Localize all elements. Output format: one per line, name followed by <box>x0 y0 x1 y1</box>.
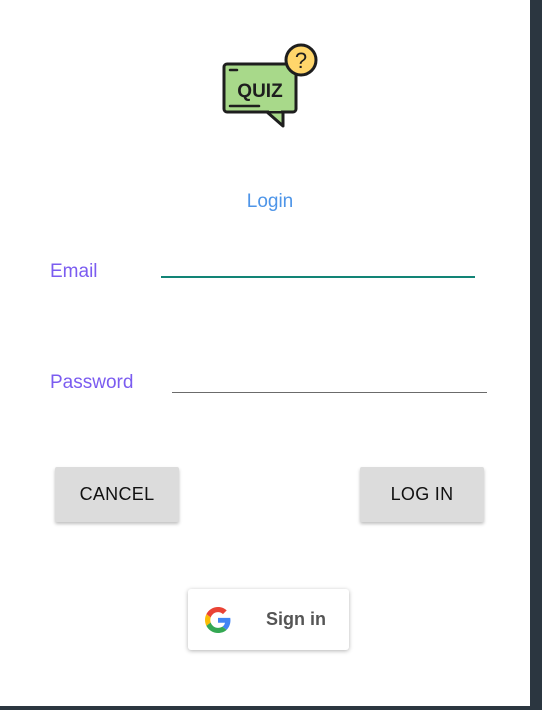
google-g-icon <box>205 607 231 633</box>
password-label: Password <box>50 372 134 393</box>
logo-text: QUIZ <box>237 81 283 102</box>
password-field[interactable] <box>172 364 487 393</box>
quiz-logo-icon: QUIZ ? <box>221 42 321 128</box>
page-title: Login <box>246 191 294 212</box>
logo-badge: ? <box>295 48 307 73</box>
backdrop-bottom <box>0 706 542 710</box>
backdrop <box>530 0 542 710</box>
login-dialog: QUIZ ? Login Email Password CANCEL LOG I… <box>0 0 530 706</box>
cancel-button[interactable]: CANCEL <box>55 467 179 522</box>
email-field[interactable] <box>161 248 475 278</box>
google-sign-in-button[interactable]: Sign in <box>188 589 349 650</box>
google-sign-in-label: Sign in <box>266 609 326 629</box>
email-label: Email <box>50 261 98 282</box>
login-button[interactable]: LOG IN <box>360 467 484 522</box>
